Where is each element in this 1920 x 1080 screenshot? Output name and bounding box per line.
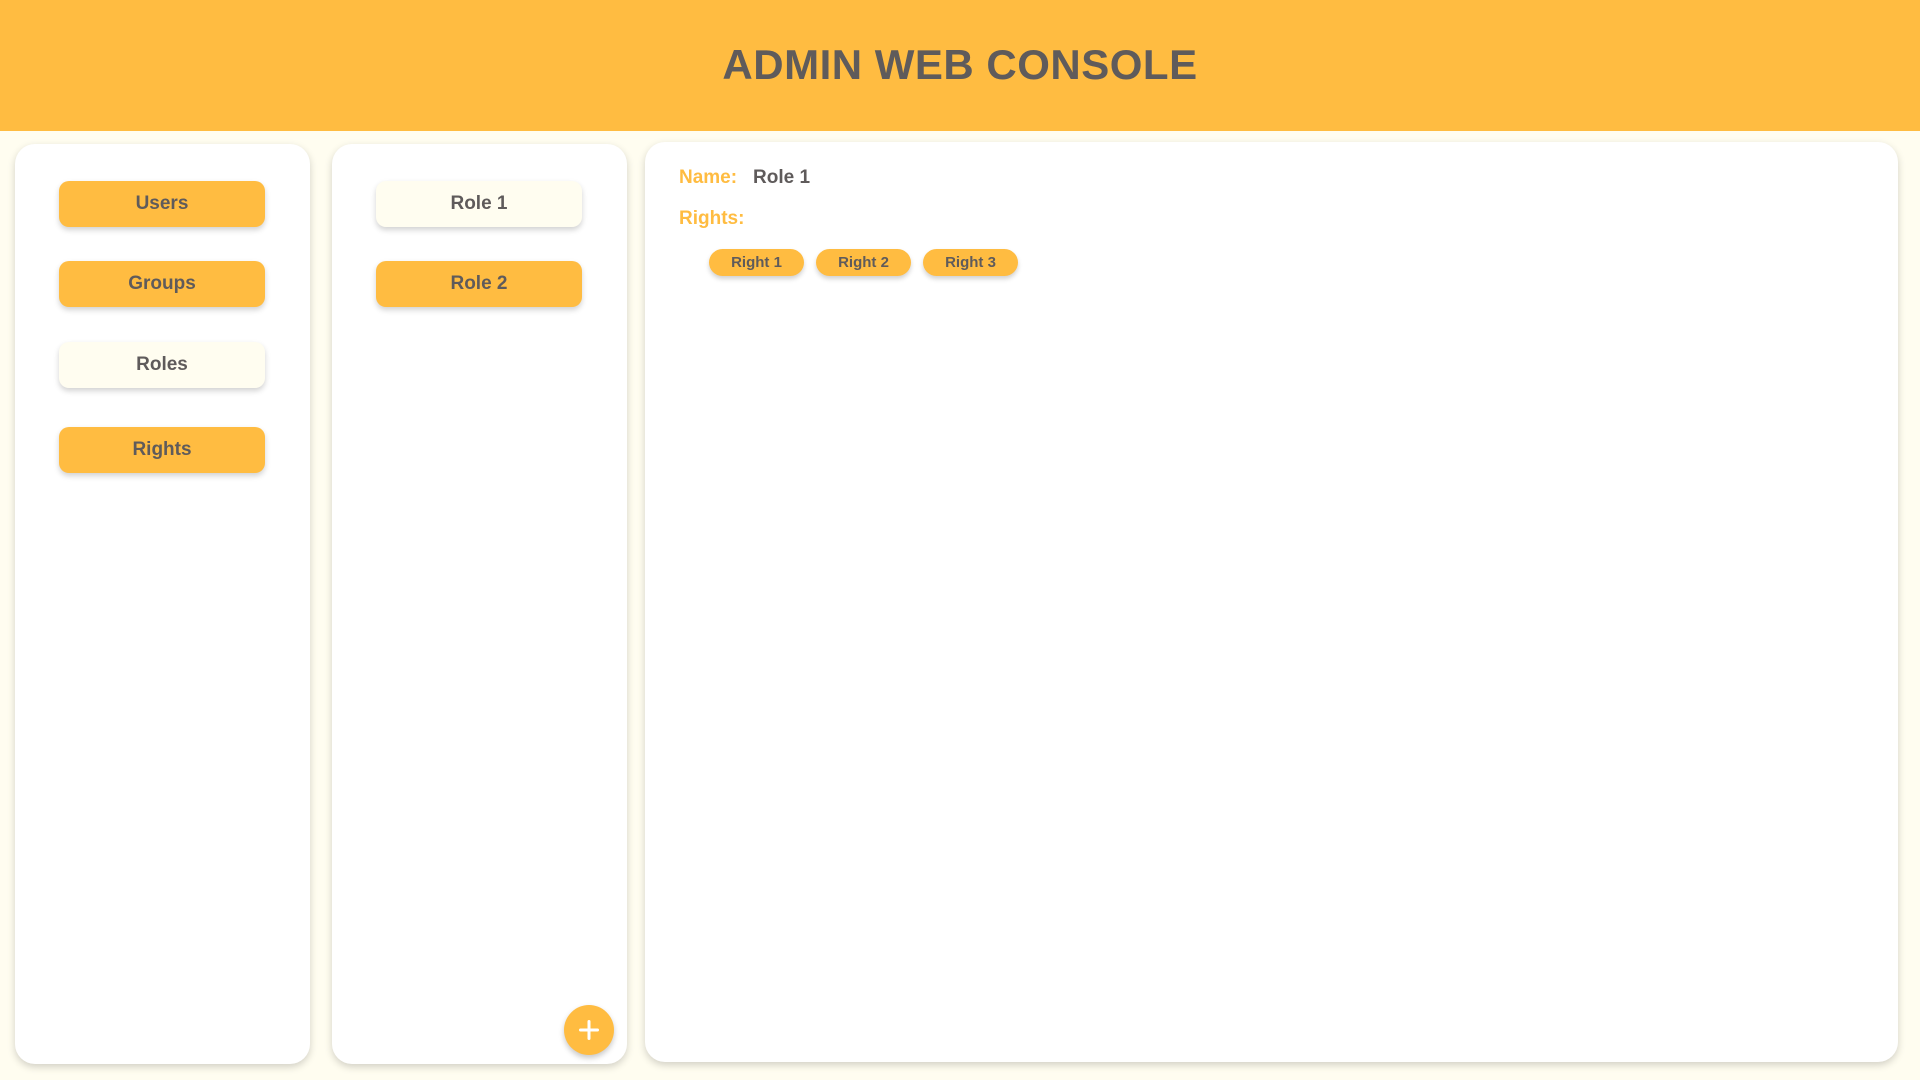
right-chip[interactable]: Right 3 [923,249,1018,276]
right-chip[interactable]: Right 2 [816,249,911,276]
rights-chip-list: Right 1 Right 2 Right 3 [709,249,1018,276]
right-chip[interactable]: Right 1 [709,249,804,276]
add-role-button[interactable] [564,1005,614,1055]
nav-item-users[interactable]: Users [59,181,265,227]
role-item-2[interactable]: Role 2 [376,261,582,307]
nav-item-rights[interactable]: Rights [59,427,265,473]
role-item-1[interactable]: Role 1 [376,181,582,227]
nav-item-roles[interactable]: Roles [59,342,265,388]
plus-icon [579,1020,599,1040]
nav-panel: Users Groups Roles Rights [15,144,310,1064]
name-label: Name: [679,167,738,188]
role-detail-panel: Name: Role 1 Rights: Right 1 Right 2 Rig… [645,142,1898,1062]
roles-panel: Role 1 Role 2 [332,144,627,1064]
name-value: Role 1 [753,167,811,188]
nav-item-groups[interactable]: Groups [59,261,265,307]
app-header: ADMIN WEB CONSOLE [0,0,1920,131]
page-title: ADMIN WEB CONSOLE [722,40,1198,88]
rights-label: Rights: [679,208,745,229]
